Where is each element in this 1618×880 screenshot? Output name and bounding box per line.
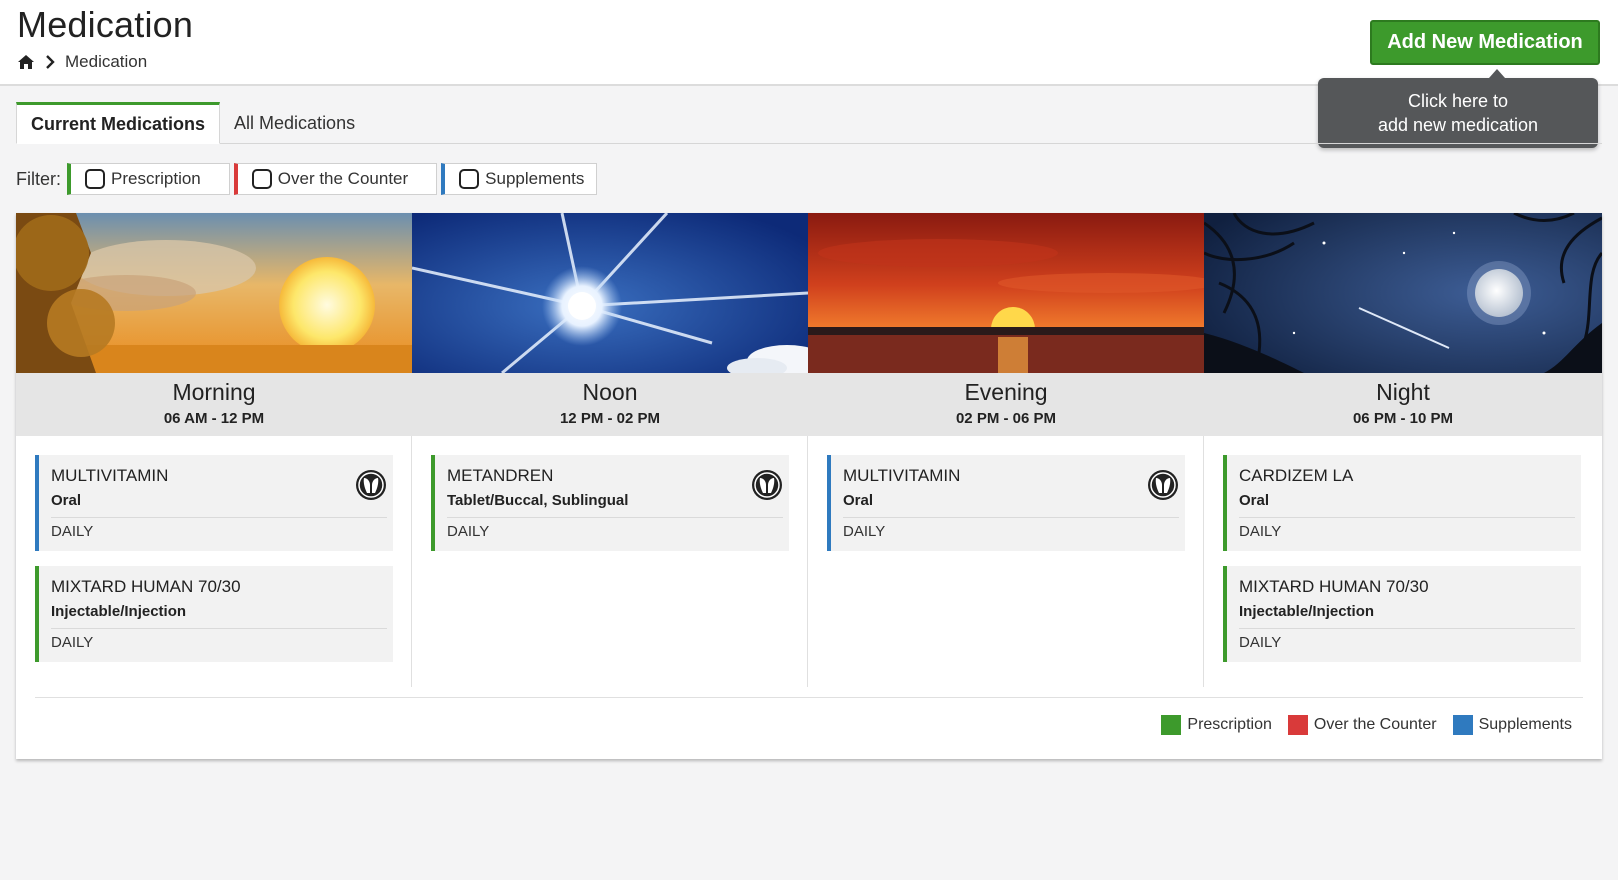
card-divider xyxy=(51,628,387,629)
column-time: 12 PM - 02 PM xyxy=(559,410,661,427)
sunrise-illustration xyxy=(16,213,412,373)
filter-bar: Filter: Prescription Over the Counter Su… xyxy=(16,163,601,195)
legend-label: Over the Counter xyxy=(1313,716,1437,733)
page-header: Medication Medication Add New Medication xyxy=(0,0,1618,86)
night-moon-illustration xyxy=(1204,213,1602,373)
legend-item-over-the-counter: Over the Counter xyxy=(1287,715,1437,735)
legend: Prescription Over the Counter Supplement… xyxy=(1145,715,1572,735)
medication-route: Oral xyxy=(1239,492,1270,509)
medication-name: MIXTARD HUMAN 70/30 xyxy=(1239,577,1429,596)
tooltip-arrow xyxy=(1489,69,1505,78)
filter-supplements[interactable]: Supplements xyxy=(441,163,598,195)
morning-image xyxy=(16,213,412,373)
noon-sun-illustration xyxy=(412,213,808,373)
filter-label: Filter: xyxy=(16,168,61,189)
medication-name: MULTIVITAMIN xyxy=(843,466,961,485)
legend-swatch xyxy=(1161,715,1182,735)
medication-frequency: DAILY xyxy=(1239,634,1282,651)
card-divider xyxy=(447,517,783,518)
medication-route: Oral xyxy=(843,492,874,509)
column-noon: Noon 12 PM - 02 PM METANDREN Tablet/Bucc… xyxy=(412,213,808,687)
card-divider xyxy=(1239,628,1575,629)
column-header-evening: Evening 02 PM - 06 PM xyxy=(808,373,1204,436)
night-image xyxy=(1204,213,1602,373)
column-title: Noon xyxy=(582,379,638,405)
medication-route: Injectable/Injection xyxy=(51,603,187,620)
filter-over-the-counter[interactable]: Over the Counter xyxy=(233,163,438,195)
over-the-counter-checkbox[interactable] xyxy=(251,169,272,189)
filter-supplements-label: Supplements xyxy=(485,169,585,188)
pill-icon[interactable] xyxy=(355,469,387,501)
add-medication-tooltip: Click here to add new medication xyxy=(1318,69,1598,148)
medication-frequency: DAILY xyxy=(51,634,94,651)
legend-divider xyxy=(35,697,1583,698)
column-header-night: Night 06 PM - 10 PM xyxy=(1204,373,1602,436)
medication-route: Tablet/Buccal, Sublingual xyxy=(447,492,629,509)
tooltip-line-1: Click here to xyxy=(1407,91,1509,111)
evening-image xyxy=(808,213,1204,373)
column-morning: Morning 06 AM - 12 PM MULTIVITAMIN Oral … xyxy=(16,213,412,687)
home-icon[interactable] xyxy=(17,54,35,70)
column-title: Morning xyxy=(172,379,256,405)
legend-label: Prescription xyxy=(1187,716,1272,733)
supplements-checkbox[interactable] xyxy=(459,169,480,189)
medication-frequency: DAILY xyxy=(51,523,94,540)
column-header-noon: Noon 12 PM - 02 PM xyxy=(412,373,808,436)
legend-label: Supplements xyxy=(1478,716,1572,733)
tab-current-medications[interactable]: Current Medications xyxy=(16,102,221,144)
medication-name: MULTIVITAMIN xyxy=(51,466,169,485)
medication-card[interactable]: MIXTARD HUMAN 70/30 Injectable/Injection… xyxy=(35,566,393,662)
tooltip-line-2: add new medication xyxy=(1377,115,1539,135)
filter-prescription-label: Prescription xyxy=(111,169,201,188)
legend-item-prescription: Prescription xyxy=(1161,715,1272,735)
medication-frequency: DAILY xyxy=(1239,523,1282,540)
pill-icon[interactable] xyxy=(751,469,783,501)
page-title: Medication xyxy=(17,4,194,45)
column-header-morning: Morning 06 AM - 12 PM xyxy=(16,373,412,436)
medication-name: METANDREN xyxy=(447,466,554,485)
medication-frequency: DAILY xyxy=(843,523,886,540)
medication-name: CARDIZEM LA xyxy=(1239,466,1354,485)
chevron-right-icon xyxy=(46,55,55,69)
column-time: 06 PM - 10 PM xyxy=(1352,410,1454,427)
schedule-panel: Morning 06 AM - 12 PM MULTIVITAMIN Oral … xyxy=(16,213,1602,759)
prescription-checkbox[interactable] xyxy=(85,169,105,189)
medication-card[interactable]: MULTIVITAMIN Oral DAILY xyxy=(35,455,393,551)
column-evening: Evening 02 PM - 06 PM MULTIVITAMIN Oral … xyxy=(808,213,1204,687)
card-divider xyxy=(843,517,1179,518)
medication-card[interactable]: MIXTARD HUMAN 70/30 Injectable/Injection… xyxy=(1223,566,1581,662)
column-time: 02 PM - 06 PM xyxy=(955,410,1057,427)
sunset-illustration xyxy=(808,213,1204,373)
medication-card[interactable]: METANDREN Tablet/Buccal, Sublingual DAIL… xyxy=(431,455,789,551)
column-title: Night xyxy=(1376,379,1430,405)
breadcrumb-current: Medication xyxy=(65,52,148,71)
medication-route: Injectable/Injection xyxy=(1239,603,1375,620)
legend-swatch xyxy=(1287,715,1308,735)
filter-prescription[interactable]: Prescription xyxy=(67,163,230,195)
card-divider xyxy=(1239,517,1575,518)
pill-icon[interactable] xyxy=(1147,469,1179,501)
medication-card[interactable]: CARDIZEM LA Oral DAILY xyxy=(1223,455,1581,551)
card-divider xyxy=(51,517,387,518)
legend-item-supplements: Supplements xyxy=(1452,715,1572,735)
column-time: 06 AM - 12 PM xyxy=(163,410,265,427)
medication-frequency: DAILY xyxy=(447,523,490,540)
add-new-medication-button[interactable]: Add New Medication xyxy=(1370,20,1600,65)
noon-image xyxy=(412,213,808,373)
legend-swatch xyxy=(1452,715,1473,735)
tab-all-medications[interactable]: All Medications xyxy=(220,102,369,144)
filter-over-the-counter-label: Over the Counter xyxy=(277,169,409,188)
medication-tabs: Current Medications All Medications xyxy=(16,102,369,144)
medication-name: MIXTARD HUMAN 70/30 xyxy=(51,577,241,596)
column-title: Evening xyxy=(964,379,1048,405)
column-night: Night 06 PM - 10 PM CARDIZEM LA Oral DAI… xyxy=(1204,213,1602,687)
medication-route: Oral xyxy=(51,492,82,509)
medication-card[interactable]: MULTIVITAMIN Oral DAILY xyxy=(827,455,1185,551)
breadcrumb: Medication xyxy=(17,52,147,72)
